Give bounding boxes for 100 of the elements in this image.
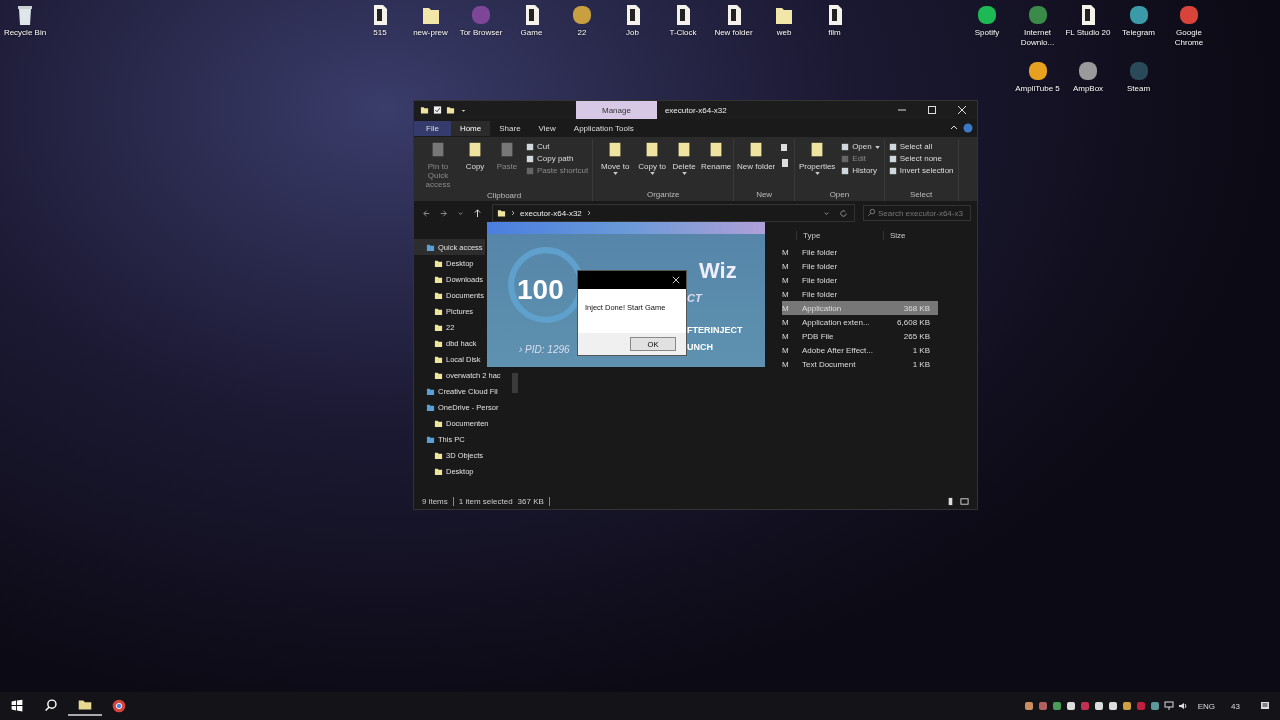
ribbon-tab[interactable]: Home <box>450 120 491 136</box>
table-cell-text: M <box>782 275 790 285</box>
checkmark-icon[interactable] <box>433 105 442 115</box>
shortcut-label: Tor Browser <box>459 28 503 38</box>
desktop-shortcut[interactable]: Spotify <box>962 4 1012 38</box>
ribbon-tab[interactable]: View <box>529 120 565 136</box>
ribbon-tab[interactable]: Share <box>490 120 530 136</box>
table-cell-text: M <box>782 261 790 271</box>
tray-app-icon[interactable] <box>1093 701 1104 711</box>
file-row[interactable]: M File folder <box>782 259 938 273</box>
desktop-shortcut[interactable]: FL Studio 20 <box>1063 4 1113 38</box>
ribbon-button[interactable]: Open <box>839 141 882 152</box>
recycle-bin-icon <box>15 4 35 26</box>
shortcut-label: Job <box>626 28 639 38</box>
volume-icon[interactable] <box>1177 701 1188 711</box>
network-icon[interactable] <box>1163 701 1174 711</box>
desktop-shortcut[interactable]: New folder <box>708 4 759 38</box>
folder-icon <box>497 208 506 218</box>
file-row[interactable]: M Application exten... 6,608 KB <box>782 315 938 329</box>
ribbon-tab[interactable]: Application Tools <box>564 120 643 136</box>
ribbon-button[interactable]: Copy <box>460 139 490 191</box>
desktop-shortcut[interactable]: AmpBox <box>1063 60 1113 94</box>
ribbon-button[interactable]: Properties <box>797 139 838 190</box>
tray-app-icon[interactable] <box>1107 701 1118 711</box>
folder-icon[interactable] <box>446 105 455 115</box>
file-row[interactable]: M File folder <box>782 287 938 301</box>
help-icon[interactable] <box>963 123 973 133</box>
ribbon-button[interactable]: Copy path <box>524 153 591 164</box>
ribbon-button[interactable]: New folder <box>736 139 777 190</box>
app-shortcut-icon <box>1128 60 1149 82</box>
file-row[interactable]: M File folder <box>782 273 938 287</box>
desktop-shortcut[interactable]: T-Clock <box>658 4 708 38</box>
desktop-shortcut[interactable]: Telegram <box>1113 4 1164 38</box>
table-cell-text: M <box>782 331 790 341</box>
desktop-shortcut[interactable]: Google Chrome <box>1164 4 1214 48</box>
notifications-icon[interactable] <box>1260 701 1270 711</box>
shortcut-label: Game <box>520 28 543 38</box>
file-row[interactable]: M Text Document 1 KB <box>782 357 938 371</box>
desktop-shortcut[interactable]: AmpliTube 5 <box>1012 60 1063 94</box>
desktop-shortcut[interactable]: 515 <box>355 4 405 38</box>
ribbon-button[interactable]: Select none <box>886 153 956 164</box>
table-cell-text: Text Document <box>801 359 857 369</box>
column-header[interactable]: Type <box>796 230 883 240</box>
context-tab[interactable]: Manage <box>576 101 657 119</box>
search-field[interactable]: Search executor-x64-x3 <box>863 205 971 221</box>
selection-info: 1 item selected <box>458 496 513 506</box>
ribbon-button[interactable]: Copy to <box>637 139 668 190</box>
ribbon-button[interactable]: Invert selection <box>886 165 956 176</box>
table-cell-text: Application exten... <box>801 317 871 327</box>
ribbon-button[interactable]: Cut <box>524 141 591 152</box>
file-row[interactable]: M PDB File 265 KB <box>782 329 938 343</box>
shortcut-label: new-prew <box>413 28 448 38</box>
chevron-icon[interactable] <box>510 210 516 216</box>
language-indicator[interactable]: ENG <box>1197 701 1216 711</box>
desktop-shortcut[interactable]: Job <box>607 4 658 38</box>
table-cell-text: File folder <box>801 261 839 271</box>
app-shortcut-icon <box>1078 60 1098 82</box>
desktop-shortcut[interactable]: web <box>759 4 809 38</box>
ribbon-button[interactable]: History <box>839 165 882 176</box>
address-path[interactable]: executor-x64-x32 <box>520 208 582 218</box>
ribbon-button[interactable]: Select all <box>886 141 956 152</box>
table-cell-text: M <box>782 317 790 327</box>
file-row[interactable]: M Adobe After Effect... 1 KB <box>782 343 938 357</box>
desktop-shortcut[interactable]: Recycle Bin <box>0 4 50 38</box>
shortcut-label: Spotify <box>974 28 1000 38</box>
selection-size: 367 KB <box>517 496 544 506</box>
address-bar[interactable]: executor-x64-x32 <box>492 204 855 222</box>
scrollbar[interactable] <box>512 373 518 393</box>
column-header[interactable]: Size <box>883 230 970 240</box>
easy-access-icon[interactable] <box>780 158 791 168</box>
file-row[interactable]: M File folder <box>782 245 938 259</box>
details-view-icon[interactable] <box>946 496 955 506</box>
window-title: executor-x64-x32 <box>664 105 727 115</box>
desktop-shortcut[interactable]: film <box>809 4 860 38</box>
table-cell-text: Application <box>801 303 843 313</box>
large-icons-view-icon[interactable] <box>960 496 969 506</box>
ribbon-button[interactable]: Rename <box>701 139 732 190</box>
ribbon-button[interactable]: Delete <box>669 139 700 190</box>
shortcut-label: Steam <box>1126 84 1151 94</box>
tray-app-icon[interactable] <box>1121 701 1132 711</box>
desktop-shortcut[interactable]: Game <box>506 4 557 38</box>
ribbon-button[interactable]: Move to <box>595 139 636 190</box>
close-icon[interactable] <box>672 276 680 284</box>
file-row[interactable]: M Application 368 KB <box>782 301 938 315</box>
refresh-icon[interactable] <box>837 208 850 218</box>
clock[interactable]: 43 <box>1231 701 1240 711</box>
shortcut-label: AmpBox <box>1072 84 1104 94</box>
desktop-shortcut[interactable]: 22 <box>557 4 607 38</box>
item-count: 9 items <box>422 496 448 506</box>
tray-app-icon[interactable] <box>1023 701 1034 711</box>
shortcut-label: Recycle Bin <box>3 28 47 38</box>
desktop-shortcut[interactable]: Tor Browser <box>456 4 506 38</box>
ribbon-tab[interactable]: File <box>414 120 451 136</box>
desktop-shortcut[interactable]: Internet Downlo... <box>1012 4 1063 48</box>
tray-app-icon[interactable] <box>1149 701 1160 711</box>
tray-app-icon[interactable] <box>1065 701 1076 711</box>
shortcut-label: Telegram <box>1122 28 1155 38</box>
desktop-shortcut[interactable]: new-prew <box>405 4 456 38</box>
chevron-icon[interactable] <box>585 210 592 216</box>
desktop-shortcut[interactable]: Steam <box>1113 60 1164 94</box>
